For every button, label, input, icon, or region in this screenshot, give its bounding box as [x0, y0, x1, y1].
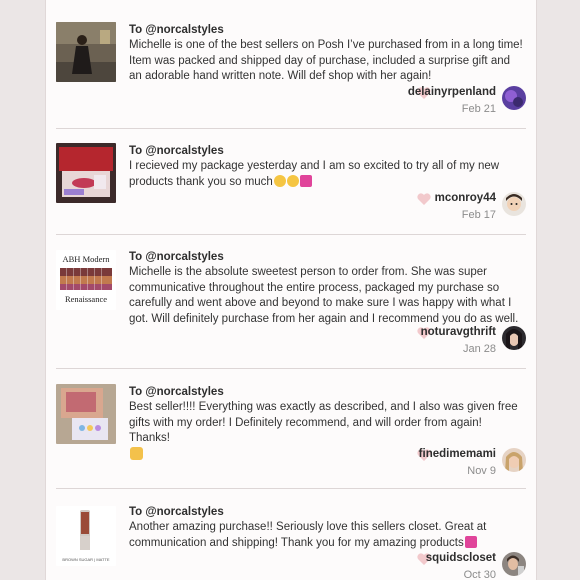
reviewer-avatar[interactable]: [502, 192, 526, 216]
palette-photo-icon: ABH Modern Renaissance: [56, 250, 116, 310]
reviewer-username[interactable]: squidscloset: [426, 552, 496, 564]
review-recipient: To @norcalstyles: [129, 145, 224, 157]
clapping-hands-emoji-icon: [130, 446, 143, 460]
review-date: Feb 21: [461, 103, 496, 115]
review-thumbnail[interactable]: [56, 143, 116, 203]
review-recipient: To @norcalstyles: [129, 386, 224, 398]
lipstick-caption-text: BROWN SUGAR | MATTE: [62, 557, 110, 562]
review-recipient: To @norcalstyles: [129, 251, 224, 263]
review-date: Jan 28: [462, 343, 496, 355]
lipstick-photo-icon: BROWN SUGAR | MATTE: [56, 506, 116, 566]
purple-avatar-icon: [502, 86, 526, 110]
reviewer-username[interactable]: mconroy44: [435, 192, 496, 204]
review-thumbnail[interactable]: ABH Modern Renaissance: [56, 250, 116, 310]
reviewer-avatar[interactable]: [502, 552, 526, 576]
reviewer-username[interactable]: delainyrpenland: [408, 86, 496, 98]
palette-subtitle-text: Renaissance: [65, 294, 107, 304]
blush-emoji-icon: [273, 174, 286, 187]
reviews-panel: To @norcalstyles Michelle is one of the …: [45, 0, 537, 580]
review-message: Michelle is one of the best sellers on P…: [129, 39, 523, 82]
review-message-text: Another amazing purchase!! Seriously lov…: [129, 521, 487, 549]
reviewer-username[interactable]: noturavgthrift: [421, 326, 496, 338]
heart-icon[interactable]: [417, 193, 431, 205]
dark-outfit-photo-icon: [56, 22, 116, 82]
palette-title-text: ABH Modern: [63, 254, 111, 264]
review-meta: mconroy44 Feb 17: [266, 190, 526, 230]
review-date: Oct 30: [463, 569, 496, 580]
blush-emoji-icon: [286, 174, 299, 187]
review-thumbnail[interactable]: [56, 384, 116, 444]
sparkling-heart-emoji-icon: [464, 535, 477, 548]
sparkling-heart-emoji-icon: [299, 174, 312, 187]
review-meta: squidscloset Oct 30: [266, 550, 526, 580]
review-meta: finedimemami Nov 9: [266, 446, 526, 486]
dark-hair-avatar-icon: [502, 326, 526, 350]
reviewer-username[interactable]: finedimemami: [419, 448, 496, 460]
review-recipient: To @norcalstyles: [129, 24, 224, 36]
review-message-text: Best seller!!!! Everything was exactly a…: [129, 401, 518, 444]
reviewer-avatar[interactable]: [502, 86, 526, 110]
review-date: Nov 9: [467, 465, 496, 477]
review-thumbnail[interactable]: [56, 22, 116, 82]
review-thumbnail[interactable]: BROWN SUGAR | MATTE: [56, 506, 116, 566]
reviewer-avatar[interactable]: [502, 448, 526, 472]
review-message-text: I recieved my package yesterday and I am…: [129, 160, 500, 188]
reviewer-avatar[interactable]: [502, 326, 526, 350]
review-item: BROWN SUGAR | MATTE To @norcalstyles Ano…: [56, 488, 526, 580]
cartoon-avatar-icon: [502, 192, 526, 216]
review-date: Feb 17: [461, 209, 496, 221]
selfie-avatar-icon: [502, 552, 526, 576]
review-item: To @norcalstyles I recieved my package y…: [56, 128, 526, 235]
review-recipient: To @norcalstyles: [129, 506, 224, 518]
review-message: I recieved my package yesterday and I am…: [129, 159, 524, 190]
blonde-avatar-icon: [502, 448, 526, 472]
review-meta: delainyrpenland Feb 21: [266, 84, 526, 124]
makeup-box-photo-icon: [56, 143, 116, 203]
review-item: ABH Modern Renaissance To @norcalstyles …: [56, 234, 526, 369]
review-item: To @norcalstyles Best seller!!!! Everyth…: [56, 368, 526, 489]
review-message: Michelle is the absolute sweetest person…: [129, 266, 519, 325]
palette-package-photo-icon: [56, 384, 116, 444]
review-meta: noturavgthrift Jan 28: [266, 324, 526, 364]
review-item: To @norcalstyles Michelle is one of the …: [56, 0, 526, 129]
review-message: Another amazing purchase!! Seriously lov…: [129, 520, 524, 551]
